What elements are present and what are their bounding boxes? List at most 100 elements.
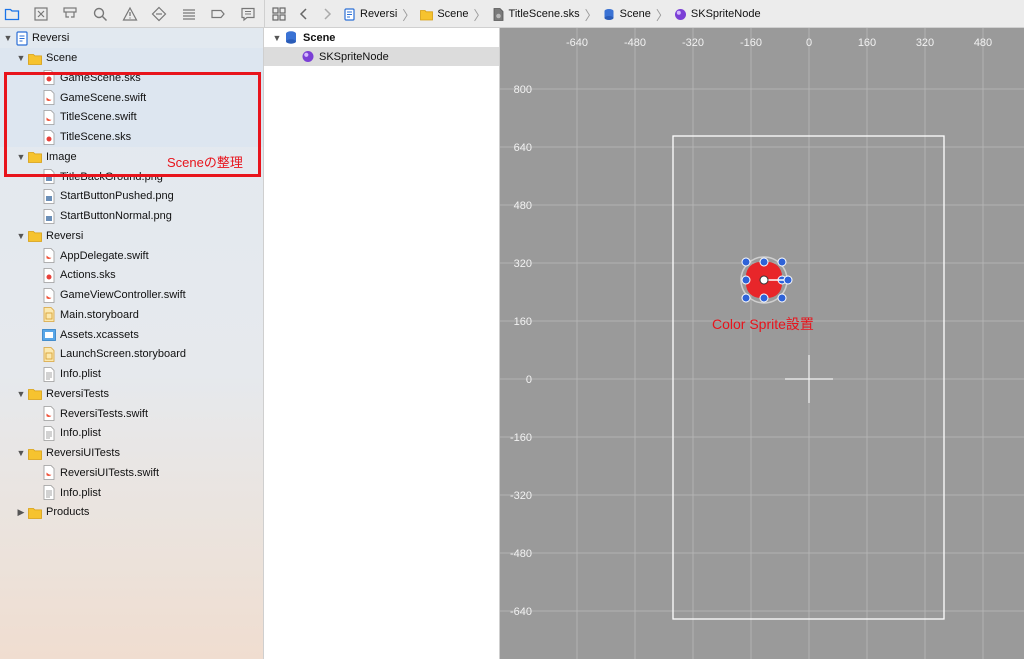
folder-icon [28,386,42,401]
report-icon[interactable] [240,6,256,22]
y-tick-label: -320 [510,490,532,502]
related-items-icon[interactable] [271,6,287,22]
disclosure-triangle-expanded-icon[interactable]: ▼ [3,33,13,43]
x-tick-label: 480 [974,37,992,49]
image-file-icon [42,188,56,204]
disclosure-triangle-expanded-icon[interactable]: ▼ [272,33,282,43]
disclosure-triangle-expanded-icon[interactable]: ▼ [16,231,26,241]
resize-handle [741,257,751,267]
breakpoint-icon[interactable] [210,6,226,22]
folder-icon [28,446,42,461]
disclosure-triangle-expanded-icon[interactable]: ▼ [16,53,26,63]
tree-label: StartButtonPushed.png [60,190,174,203]
tree-row-file[interactable]: Info.plist [0,483,263,503]
crumb-label: TitleScene.sks [508,8,580,20]
source-control-icon[interactable] [33,6,49,22]
plist-file-icon [42,485,56,500]
y-tick-label: -480 [510,548,532,560]
x-tick-label: -160 [740,37,762,49]
annotation-label: Color Sprite設置 [712,316,814,332]
crumb-scene[interactable]: Scene [603,8,651,21]
jump-bar: Reversi 〉 Scene 〉 TitleScene.sks 〉 Scene… [264,0,1024,28]
sks-file-icon [492,7,505,21]
tree-label: LaunchScreen.storyboard [60,348,186,361]
tree-row-file[interactable]: Assets.xcassets [0,325,263,345]
x-tick-label: 160 [858,37,876,49]
resize-handle [759,293,769,303]
y-tick-label: 640 [514,142,532,154]
tree-row-group[interactable]: ▼ Reversi [0,226,263,246]
outline-row-scene[interactable]: ▼ Scene [264,28,499,47]
tree-label: ReversiTests.swift [60,407,149,420]
image-file-icon [42,208,56,224]
asset-catalog-icon [42,327,56,342]
tree-row-file[interactable]: StartButtonNormal.png [0,206,263,226]
search-icon[interactable] [92,6,108,22]
tree-row-file[interactable]: ReversiTests.swift [0,404,263,424]
tree-label: Reversi [32,32,70,44]
annotation-label: Sceneの整理 [167,155,243,170]
tree-row-file[interactable]: AppDelegate.swift [0,246,263,266]
rotation-handle [783,275,793,285]
tree-row-file[interactable]: Main.storyboard [0,305,263,325]
tree-row-group[interactable]: ▼ ReversiTests [0,384,263,404]
test-diamond-icon[interactable] [151,6,167,22]
tree-row-file[interactable]: ReversiUITests.swift [0,463,263,483]
storyboard-file-icon [42,307,56,323]
tree-row-file[interactable]: GameViewController.swift [0,285,263,305]
tree-label: Main.storyboard [60,308,139,321]
forward-arrow-icon[interactable] [319,6,335,22]
tree-row-project[interactable]: ▼ Reversi [0,28,263,48]
outline-row-sprite-node[interactable]: SKSpriteNode [264,47,499,66]
tree-row-file[interactable]: Info.plist [0,364,263,384]
scene-grid: -640 -480 -320 -160 0 160 320 480 800 640 480 320 16… [500,28,1024,659]
scene-editor-canvas[interactable]: -640 -480 -320 -160 0 160 320 480 800 640 480 320 16… [500,28,1024,659]
tree-row-group[interactable]: ▼ Scene [0,48,263,68]
crumb-label: SKSpriteNode [690,8,761,20]
x-tick-label: 0 [806,37,812,49]
navigator-toolbar [0,0,264,28]
scene-icon [603,8,616,21]
folder-icon [28,51,42,66]
crumb-folder[interactable]: Scene [420,8,469,21]
plist-file-icon [42,425,56,441]
crumb-label: Reversi [360,8,398,20]
sprite-node-icon [674,8,687,21]
disclosure-triangle-expanded-icon[interactable]: ▼ [16,448,26,458]
y-tick-label: -640 [510,606,532,618]
crumb-file[interactable]: TitleScene.sks [492,7,580,21]
tree-row-file[interactable]: Actions.sks [0,265,263,285]
back-arrow-icon[interactable] [296,6,312,22]
tree-label: Scene [46,52,78,64]
folder-icon [28,505,42,520]
anchor-point [759,275,769,285]
tree-label: Reversi [46,229,84,242]
x-tick-label: -320 [682,37,704,49]
hierarchy-icon[interactable] [62,6,78,22]
tree-row-group[interactable]: ▼ ReversiUITests [0,443,263,463]
tree-row-file[interactable]: Info.plist [0,423,263,443]
x-tick-label: -480 [624,37,646,49]
tree-label: Info.plist [60,427,101,440]
tree-label: Info.plist [60,368,101,380]
outline-label: SKSpriteNode [319,50,389,63]
tree-label: Info.plist [60,486,101,499]
swift-file-icon [42,287,56,303]
disclosure-triangle-collapsed-icon[interactable]: ▶ [16,507,26,517]
debug-list-icon[interactable] [181,6,197,22]
folder-icon [420,8,434,21]
crumb-project[interactable]: Reversi [343,7,398,21]
tree-row-file[interactable]: LaunchScreen.storyboard [0,344,263,364]
plist-file-icon [42,366,56,382]
tree-row-file[interactable]: StartButtonPushed.png [0,186,263,206]
disclosure-triangle-expanded-icon[interactable]: ▼ [16,389,26,399]
warning-icon[interactable] [122,6,138,22]
tree-row-group[interactable]: ▶ Products [0,502,263,522]
crumb-separator: 〉 [473,7,487,23]
y-tick-label: 480 [514,200,532,212]
folder-icon[interactable] [4,6,20,22]
crumb-node[interactable]: SKSpriteNode [674,8,761,21]
swift-file-icon [42,465,56,481]
tree-label: StartButtonNormal.png [60,210,172,222]
y-tick-label: -160 [510,432,532,444]
